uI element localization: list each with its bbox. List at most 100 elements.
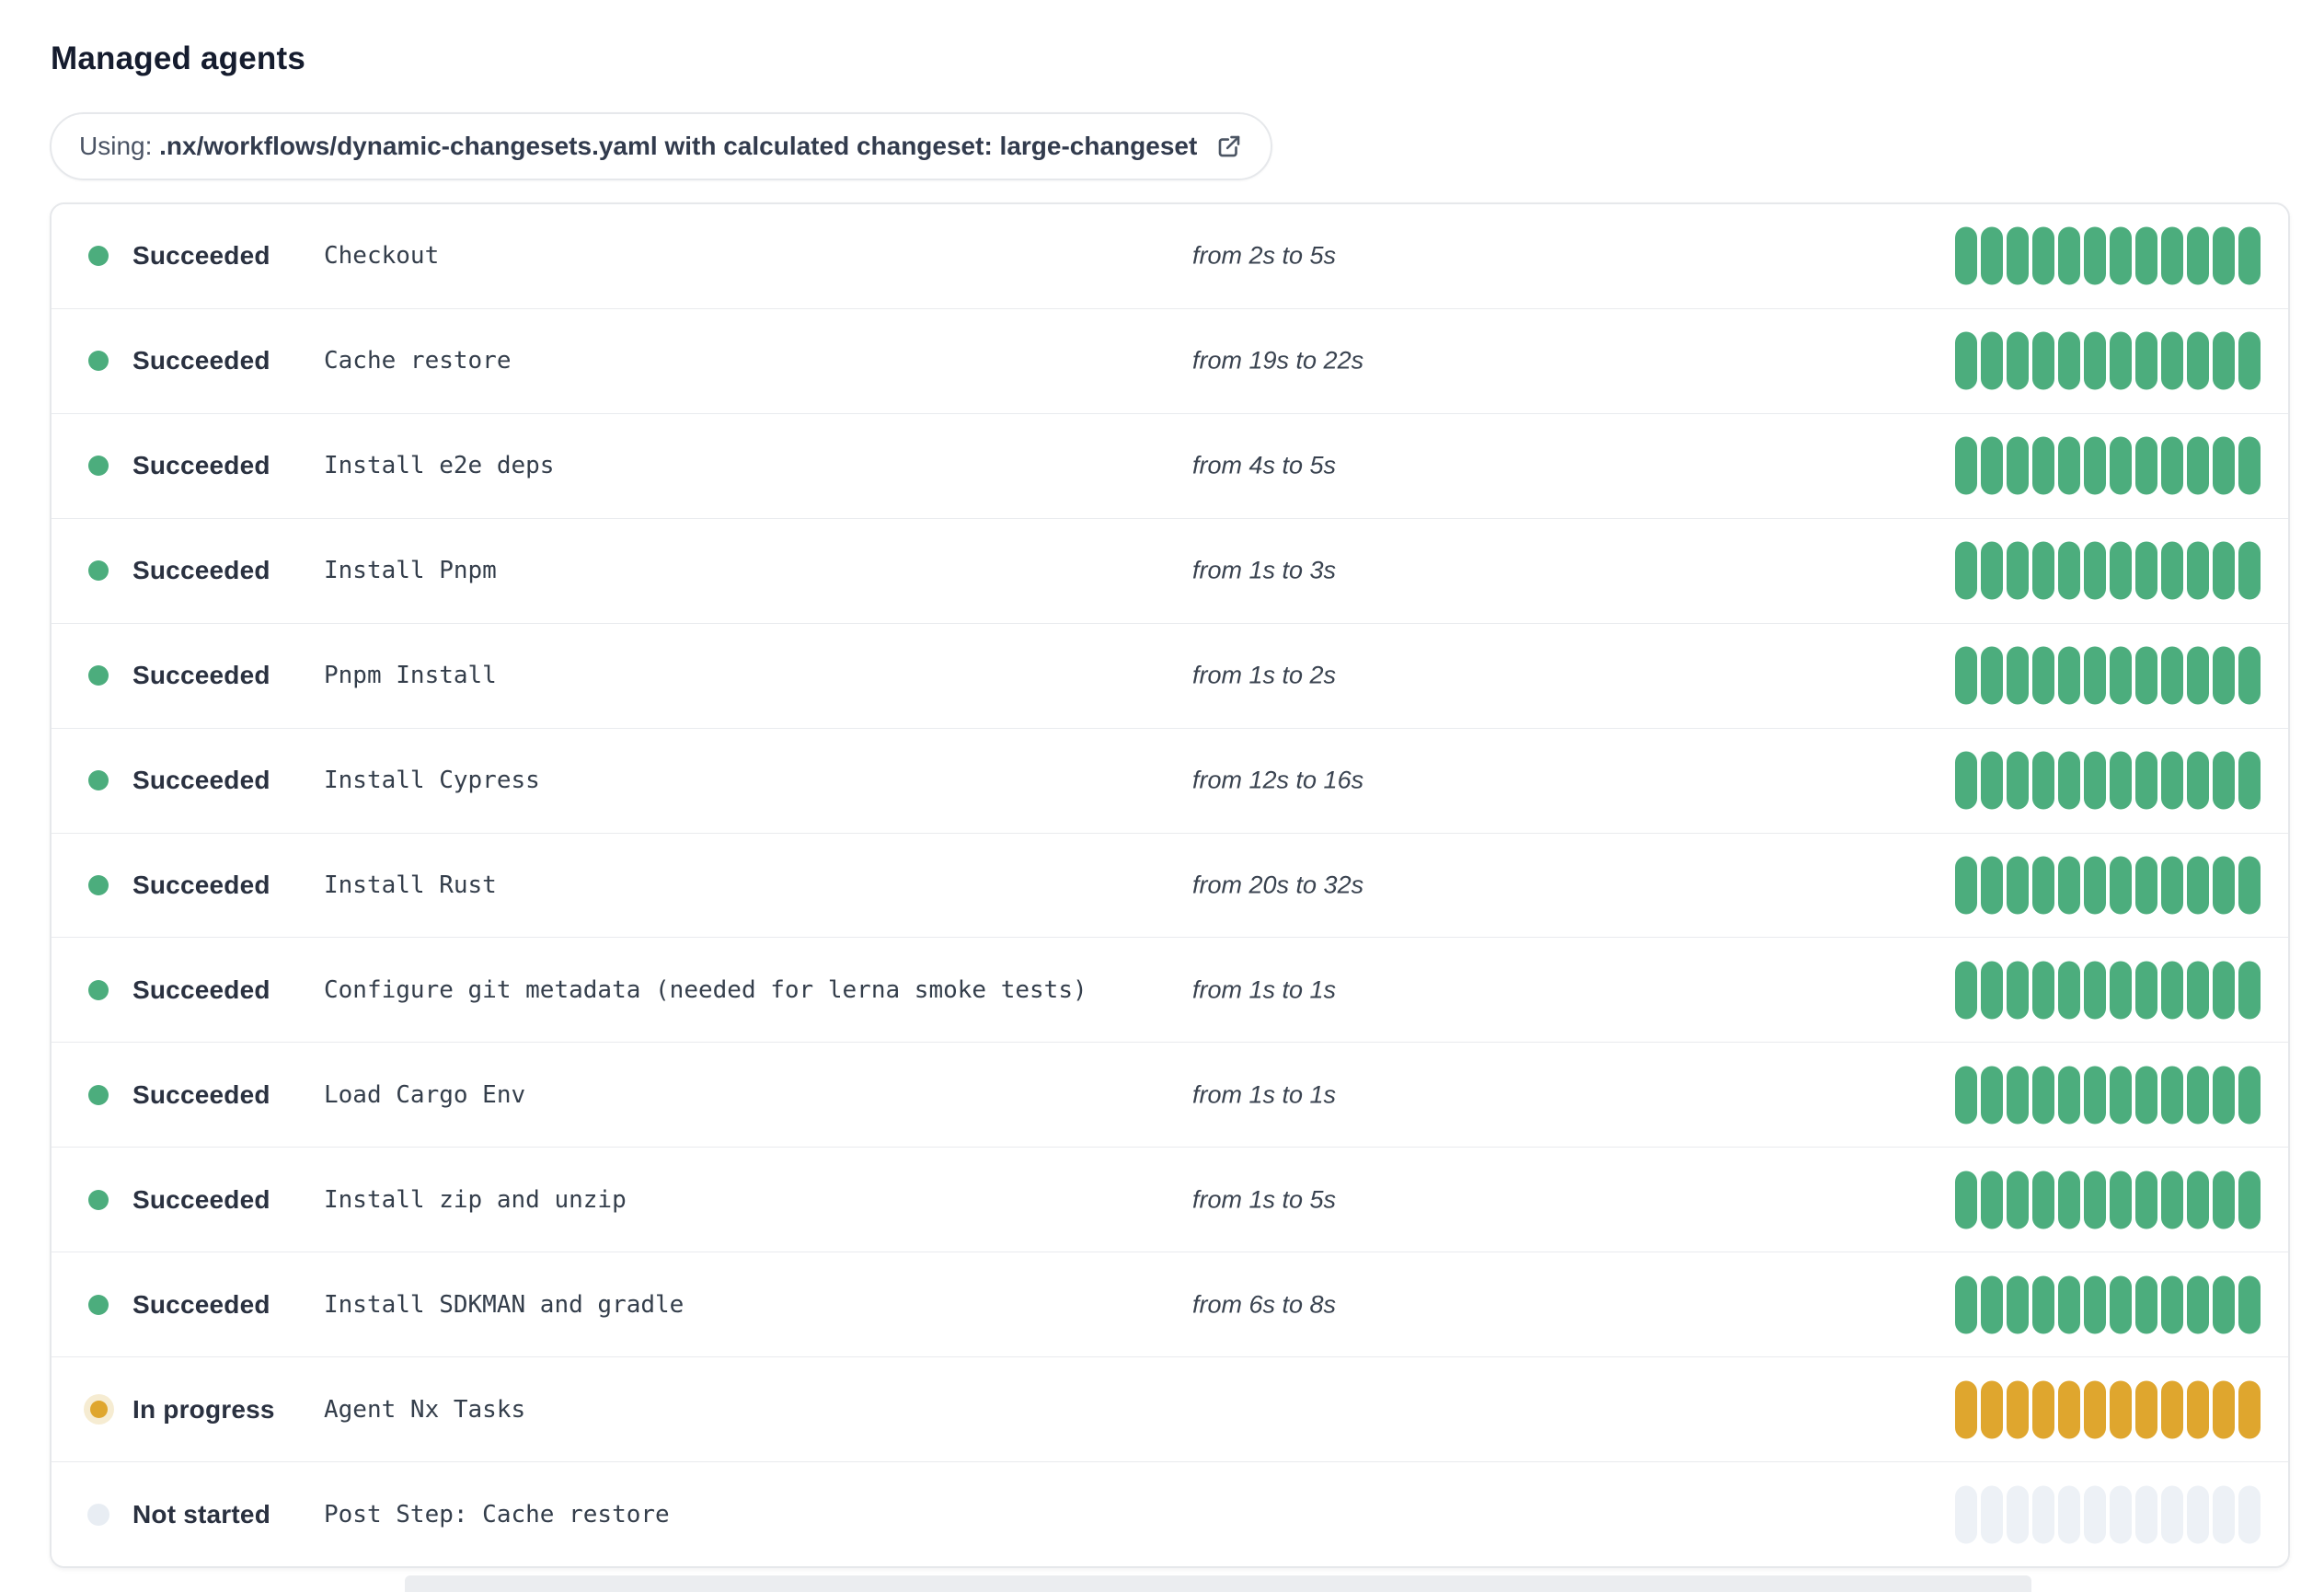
managed-agents-page: Managed agents Using: .nx/workflows/dyna… [0,0,2324,1592]
agent-step-row[interactable]: Succeeded Cache restore from 19s to 22s [52,307,2288,413]
progress-segment [2032,226,2054,285]
agent-step-row[interactable]: Succeeded Install Pnpm from 1s to 3s [52,517,2288,623]
progress-segment [2213,1485,2235,1544]
status-dot-wrap [85,1186,112,1214]
progress-segment [1955,1171,1977,1229]
progress-segment [2238,646,2261,705]
progress-segment [2161,1171,2183,1229]
step-name: Pnpm Install [324,662,497,690]
progress-segment [2135,856,2157,915]
progress-segment [2007,541,2029,600]
progress-segment [2058,331,2080,390]
progress-segment [2007,436,2029,495]
progress-segment [2084,961,2106,1020]
agent-step-row[interactable]: Succeeded Install Cypress from 12s to 16… [52,727,2288,833]
progress-segment [2007,226,2029,285]
agent-step-row[interactable]: Succeeded Install Rust from 20s to 32s [52,832,2288,938]
progress-segment [2058,751,2080,810]
step-duration: from 1s to 1s [1192,975,1337,1004]
progress-segment [2032,1171,2054,1229]
progress-segment [2007,751,2029,810]
progress-segment [2187,1275,2209,1334]
status-label: Succeeded [132,975,270,1004]
step-duration: from 1s to 5s [1192,1185,1337,1214]
agent-progress-segments [1955,751,2261,810]
status-dot-icon [88,351,109,372]
progress-segment [1955,541,1977,600]
progress-segment [2058,1275,2080,1334]
progress-segment [2032,1485,2054,1544]
workflow-source-banner[interactable]: Using: .nx/workflows/dynamic-changesets.… [50,112,1273,180]
progress-segment [2084,646,2106,705]
agent-step-row[interactable]: Succeeded Install zip and unzip from 1s … [52,1147,2288,1252]
agent-step-row[interactable]: Succeeded Load Cargo Env from 1s to 1s [52,1042,2288,1148]
status-dot-icon [88,1189,109,1210]
progress-segment [2058,961,2080,1020]
progress-segment [2110,856,2132,915]
external-link-icon[interactable] [1215,133,1243,160]
step-duration: from 12s to 16s [1192,766,1364,794]
progress-segment [2238,1066,2261,1125]
progress-segment [2213,751,2235,810]
progress-segment [2161,856,2183,915]
progress-segment [2032,961,2054,1020]
agent-step-row[interactable]: Succeeded Checkout from 2s to 5s [52,204,2288,308]
agent-step-row[interactable]: Succeeded Configure git metadata (needed… [52,937,2288,1043]
status-dot-wrap [85,976,112,1004]
step-duration: from 1s to 2s [1192,661,1337,689]
status-dot-icon [89,1401,108,1419]
agent-step-row[interactable]: Succeeded Pnpm Install from 1s to 2s [52,622,2288,728]
agent-step-row[interactable]: Succeeded Install SDKMAN and gradle from… [52,1252,2288,1357]
progress-segment [2058,226,2080,285]
progress-segment [2161,1275,2183,1334]
progress-segment [2032,541,2054,600]
progress-segment [2187,436,2209,495]
agent-progress-segments [1955,1485,2261,1544]
step-name: Checkout [324,242,440,271]
progress-segment [2032,1380,2054,1439]
progress-segment [2007,1171,2029,1229]
progress-segment [1955,856,1977,915]
agent-step-row[interactable]: In progress Agent Nx Tasks [52,1356,2288,1462]
progress-segment [1981,1485,2003,1544]
step-name: Configure git metadata (needed for lerna… [324,975,1087,1004]
progress-segment [2187,646,2209,705]
status-label: In progress [132,1394,275,1424]
progress-segment [2161,226,2183,285]
progress-segment [2135,1171,2157,1229]
agent-step-row[interactable]: Not started Post Step: Cache restore [52,1461,2288,1566]
progress-segment [2058,436,2080,495]
status-label: Succeeded [132,1184,270,1214]
progress-segment [2110,751,2132,810]
progress-segment [2213,226,2235,285]
progress-segment [2187,1380,2209,1439]
progress-segment [2007,1275,2029,1334]
progress-segment [2058,1485,2080,1544]
status-label: Succeeded [132,1079,270,1109]
progress-segment [2084,1485,2106,1544]
progress-segment [2213,1275,2235,1334]
agent-progress-segments [1955,646,2261,705]
progress-segment [2187,1485,2209,1544]
progress-segment [1981,961,2003,1020]
status-dot-icon [87,1503,109,1526]
progress-segment [2187,541,2209,600]
progress-segment [2084,436,2106,495]
step-name: Cache restore [324,347,512,375]
progress-segment [1981,436,2003,495]
progress-segment [1955,1066,1977,1125]
progress-segment [2187,1066,2209,1125]
step-name: Install SDKMAN and gradle [324,1290,685,1319]
status-dot-wrap [85,1396,112,1424]
progress-segment [2110,1171,2132,1229]
progress-segment [2161,436,2183,495]
agent-step-row[interactable]: Succeeded Install e2e deps from 4s to 5s [52,412,2288,518]
progress-segment [2110,961,2132,1020]
progress-segment [1981,541,2003,600]
status-dot-wrap [85,557,112,584]
agent-progress-segments [1955,1066,2261,1125]
progress-segment [2238,226,2261,285]
progress-segment [2058,1066,2080,1125]
page-title: Managed agents [51,40,306,76]
progress-segment [2084,331,2106,390]
